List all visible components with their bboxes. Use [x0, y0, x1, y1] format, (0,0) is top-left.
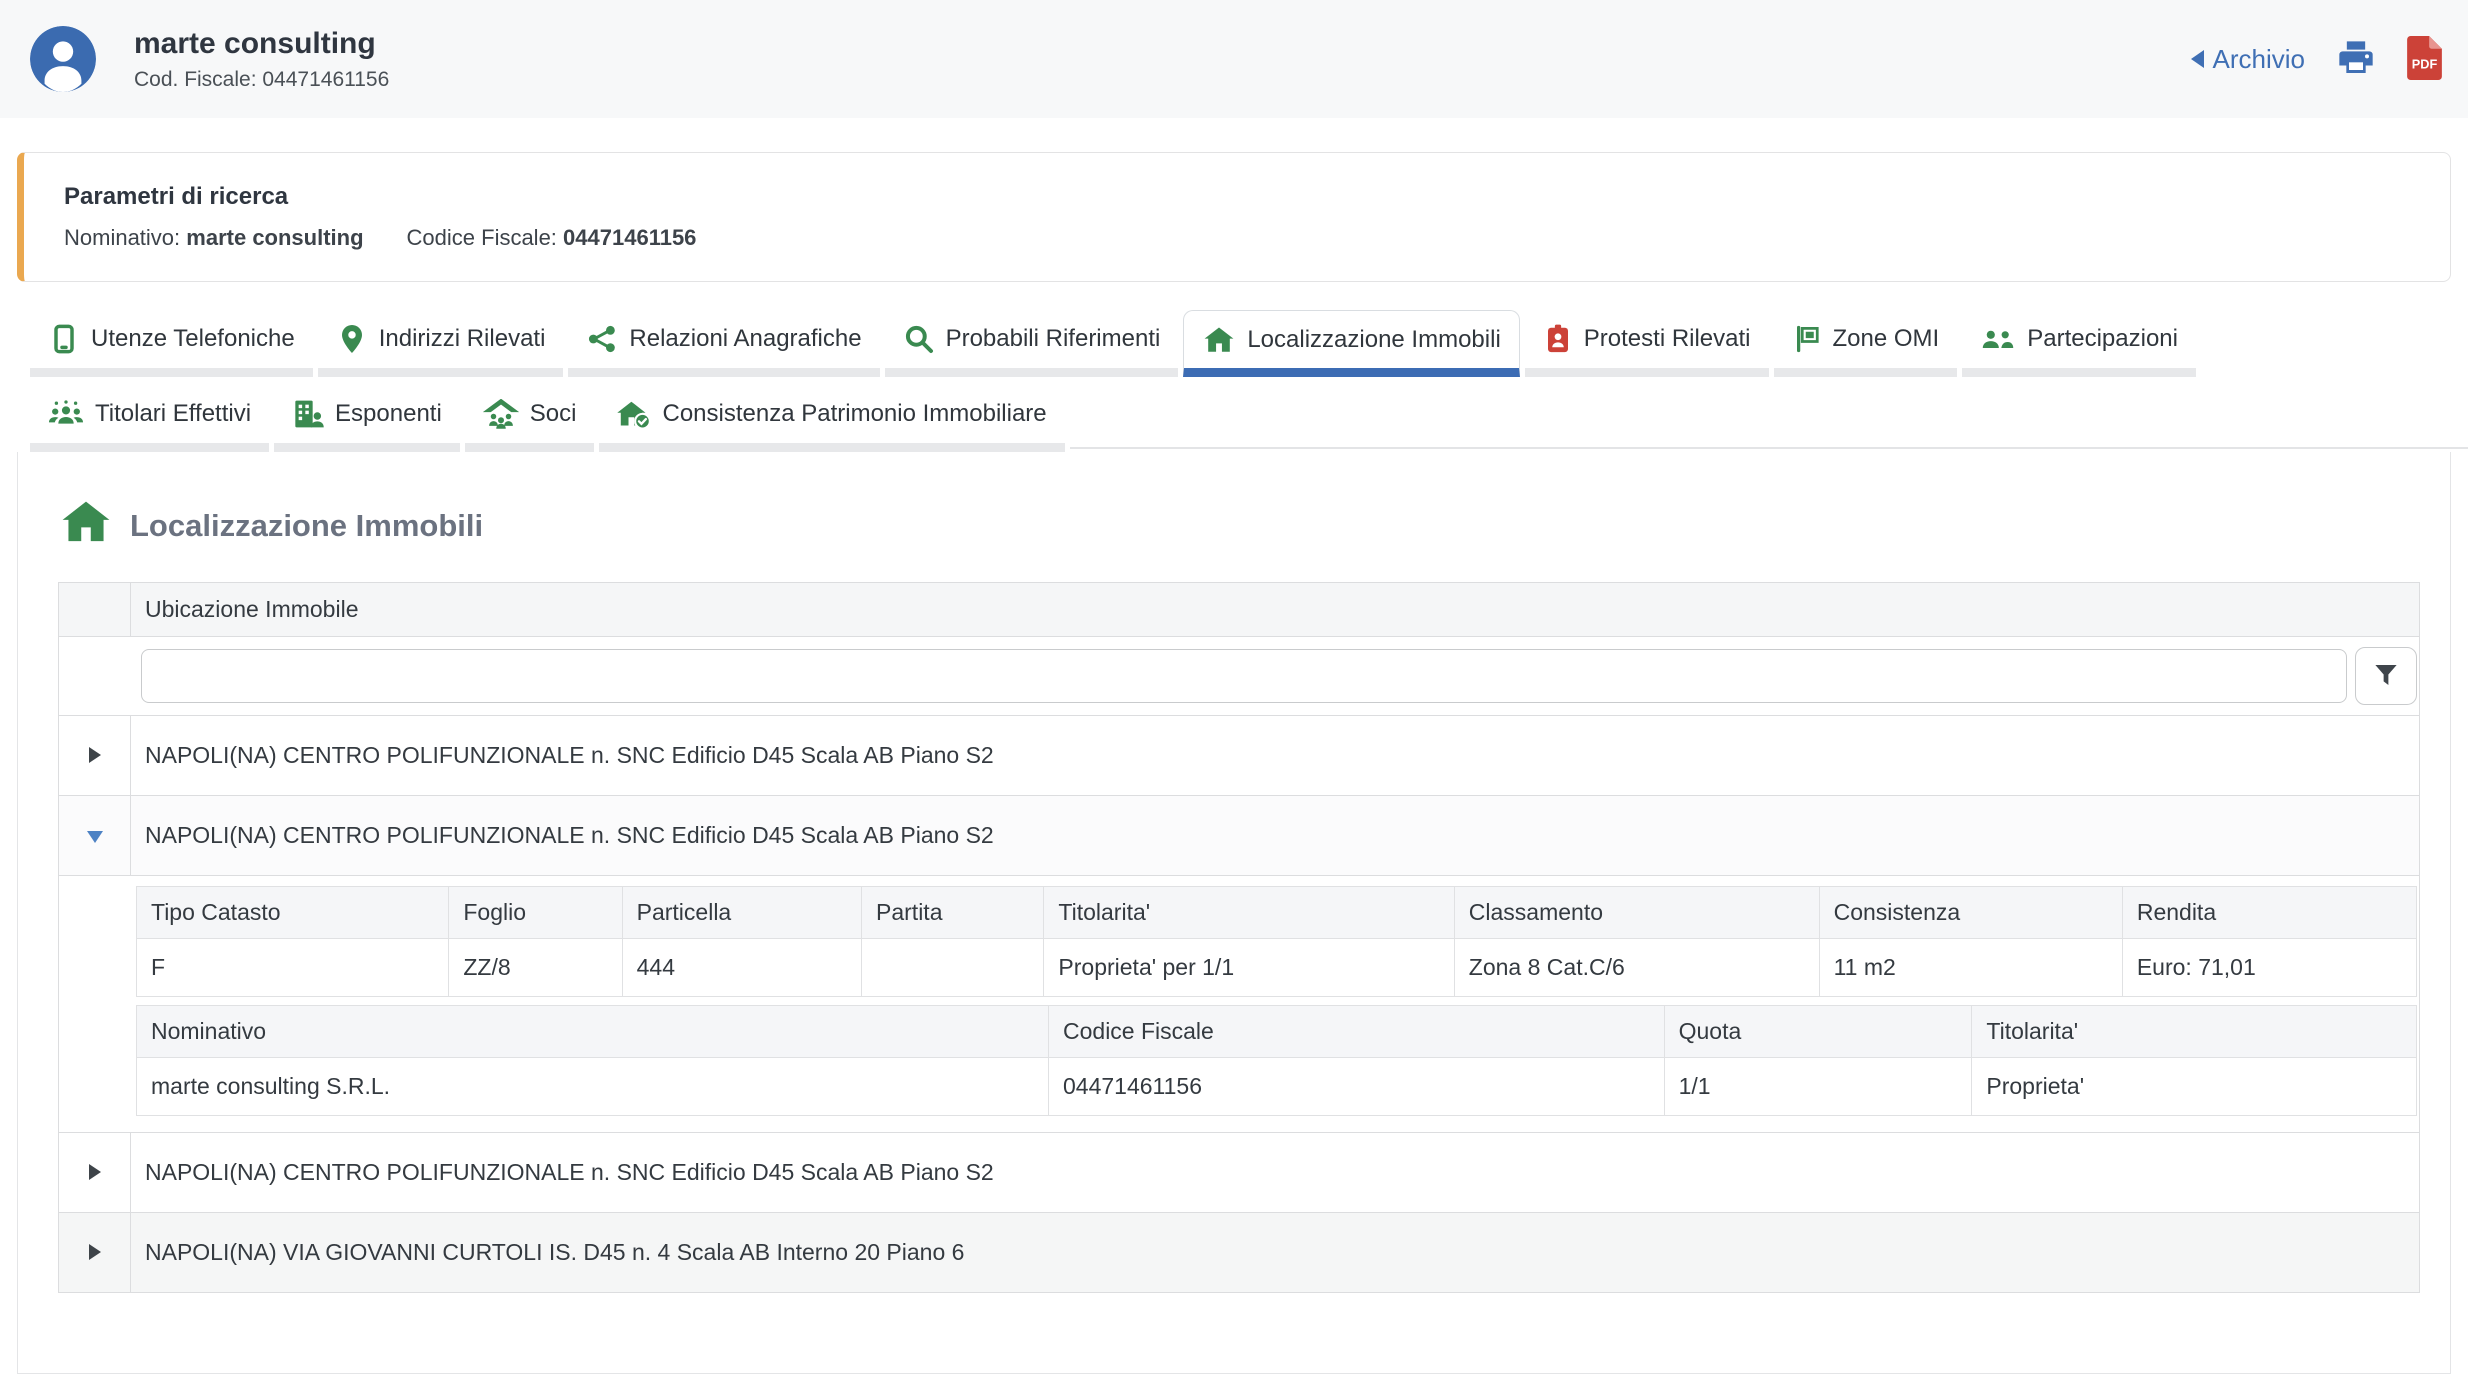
pdf-file-icon: PDF	[2407, 36, 2442, 83]
relations-icon	[586, 323, 618, 355]
col-titolarita: Titolarita'	[1044, 887, 1454, 939]
col-particella: Particella	[622, 887, 861, 939]
codice-fiscale-param: Codice Fiscale: 04471461156	[407, 225, 697, 251]
col-titolarita: Titolarita'	[1972, 1006, 2417, 1058]
value-consistenza: 11 m2	[1819, 939, 2122, 997]
triangle-down-icon	[87, 831, 103, 843]
export-pdf-button[interactable]: PDF	[2407, 36, 2442, 83]
value-nominativo: marte consulting S.R.L.	[137, 1058, 1049, 1116]
value-rendita: Euro: 71,01	[2122, 939, 2416, 997]
tab-titolari-effettivi[interactable]: Titolari Effettivi	[30, 385, 269, 452]
properties-table: Ubicazione Immobile NAPOLI(N	[58, 582, 2420, 1293]
location-column-header: Ubicazione Immobile	[131, 583, 2420, 637]
row-location[interactable]: NAPOLI(NA) VIA GIOVANNI CURTOLI IS. D45 …	[131, 1213, 2420, 1293]
value-titolarita: Proprieta'	[1972, 1058, 2417, 1116]
search-icon	[903, 323, 935, 355]
col-quota: Quota	[1664, 1006, 1972, 1058]
row-collapser[interactable]	[59, 796, 131, 876]
building-person-icon	[292, 398, 324, 430]
owner-data-row: marte consulting S.R.L. 04471461156 1/1 …	[137, 1058, 2417, 1116]
triangle-right-icon	[89, 747, 101, 763]
search-parameters-title: Parametri di ricerca	[64, 183, 2410, 211]
house-people-icon	[483, 399, 519, 429]
search-parameters-box: Parametri di ricerca Nominativo: marte c…	[17, 152, 2451, 282]
tab-soci[interactable]: Soci	[465, 385, 595, 452]
house-icon	[58, 496, 114, 556]
owners-icon	[48, 399, 84, 429]
value-codice-fiscale: 04471461156	[1049, 1058, 1665, 1116]
tab-consistenza-patrimonio[interactable]: Consistenza Patrimonio Immobiliare	[599, 385, 1064, 452]
value-partita	[862, 939, 1044, 997]
tab-esponenti[interactable]: Esponenti	[274, 385, 460, 452]
tab-bar: Utenze Telefoniche Indirizzi Rilevati Re…	[0, 310, 2468, 452]
triangle-right-icon	[89, 1164, 101, 1180]
tab-partecipazioni[interactable]: Partecipazioni	[1962, 310, 2196, 377]
house-check-icon	[617, 398, 651, 430]
tab-protesti-rilevati[interactable]: Protesti Rilevati	[1525, 310, 1769, 377]
row-expander[interactable]	[59, 1213, 131, 1293]
table-header-row: Ubicazione Immobile	[59, 583, 2420, 637]
tab-panel-localizzazione-immobili: Localizzazione Immobili Ubicazione Immob…	[17, 452, 2451, 1374]
tab-utenze-telefoniche[interactable]: Utenze Telefoniche	[30, 310, 313, 377]
value-particella: 444	[622, 939, 861, 997]
filter-row	[59, 637, 2420, 716]
table-row[interactable]: NAPOLI(NA) CENTRO POLIFUNZIONALE n. SNC …	[59, 716, 2420, 796]
svg-text:PDF: PDF	[2412, 56, 2438, 71]
table-row-expanded[interactable]: NAPOLI(NA) CENTRO POLIFUNZIONALE n. SNC …	[59, 796, 2420, 876]
col-tipo-catasto: Tipo Catasto	[137, 887, 449, 939]
row-expander[interactable]	[59, 716, 131, 796]
tab-indirizzi-rilevati[interactable]: Indirizzi Rilevati	[318, 310, 564, 377]
row-location[interactable]: NAPOLI(NA) CENTRO POLIFUNZIONALE n. SNC …	[131, 716, 2420, 796]
archivio-back-link[interactable]: Archivio	[2191, 44, 2305, 75]
cadastral-data-row: F ZZ/8 444 Proprieta' per 1/1 Zona 8 Cat…	[137, 939, 2417, 997]
tab-localizzazione-immobili[interactable]: Localizzazione Immobili	[1183, 310, 1519, 377]
row-detail: Tipo Catasto Foglio Particella Partita T…	[59, 876, 2420, 1133]
tab-zone-omi[interactable]: Zone OMI	[1774, 310, 1958, 377]
value-foglio: ZZ/8	[449, 939, 622, 997]
value-classamento: Zona 8 Cat.C/6	[1454, 939, 1819, 997]
map-pin-icon	[336, 322, 368, 356]
house-icon	[1202, 324, 1236, 356]
funnel-icon	[2371, 660, 2401, 693]
row-location[interactable]: NAPOLI(NA) CENTRO POLIFUNZIONALE n. SNC …	[131, 796, 2420, 876]
col-partita: Partita	[862, 887, 1044, 939]
owners-table: Nominativo Codice Fiscale Quota Titolari…	[136, 1005, 2417, 1116]
printer-icon	[2335, 38, 2377, 81]
expander-column-header	[59, 583, 131, 637]
user-avatar-icon	[30, 26, 96, 92]
triangle-right-icon	[89, 1244, 101, 1260]
print-button[interactable]	[2335, 38, 2377, 81]
col-codice-fiscale: Codice Fiscale	[1049, 1006, 1665, 1058]
location-filter-input[interactable]	[141, 649, 2347, 703]
people-icon	[1980, 324, 2016, 354]
section-title-text: Localizzazione Immobili	[130, 508, 483, 544]
table-row[interactable]: NAPOLI(NA) VIA GIOVANNI CURTOLI IS. D45 …	[59, 1213, 2420, 1293]
tab-bar-divider	[1070, 439, 2468, 449]
mobile-phone-icon	[48, 322, 80, 356]
table-row[interactable]: NAPOLI(NA) CENTRO POLIFUNZIONALE n. SNC …	[59, 1133, 2420, 1213]
left-triangle-icon	[2191, 50, 2204, 68]
company-fiscal-code: Cod. Fiscale: 04471461156	[134, 68, 389, 92]
company-name: marte consulting	[134, 27, 389, 60]
filter-button[interactable]	[2355, 647, 2417, 705]
value-titolarita: Proprieta' per 1/1	[1044, 939, 1454, 997]
col-rendita: Rendita	[2122, 887, 2416, 939]
value-tipo-catasto: F	[137, 939, 449, 997]
value-quota: 1/1	[1664, 1058, 1972, 1116]
row-location[interactable]: NAPOLI(NA) CENTRO POLIFUNZIONALE n. SNC …	[131, 1133, 2420, 1213]
col-foglio: Foglio	[449, 887, 622, 939]
map-flag-icon	[1792, 322, 1822, 356]
col-nominativo: Nominativo	[137, 1006, 1049, 1058]
cadastral-table: Tipo Catasto Foglio Particella Partita T…	[136, 886, 2417, 997]
top-header-bar: marte consulting Cod. Fiscale: 044714611…	[0, 0, 2468, 118]
section-title: Localizzazione Immobili	[58, 496, 2420, 556]
col-consistenza: Consistenza	[1819, 887, 2122, 939]
tab-relazioni-anagrafiche[interactable]: Relazioni Anagrafiche	[568, 310, 879, 377]
row-expander[interactable]	[59, 1133, 131, 1213]
nominativo-param: Nominativo: marte consulting	[64, 225, 364, 251]
tab-probabili-riferimenti[interactable]: Probabili Riferimenti	[885, 310, 1179, 377]
col-classamento: Classamento	[1454, 887, 1819, 939]
protest-badge-icon	[1543, 321, 1573, 357]
